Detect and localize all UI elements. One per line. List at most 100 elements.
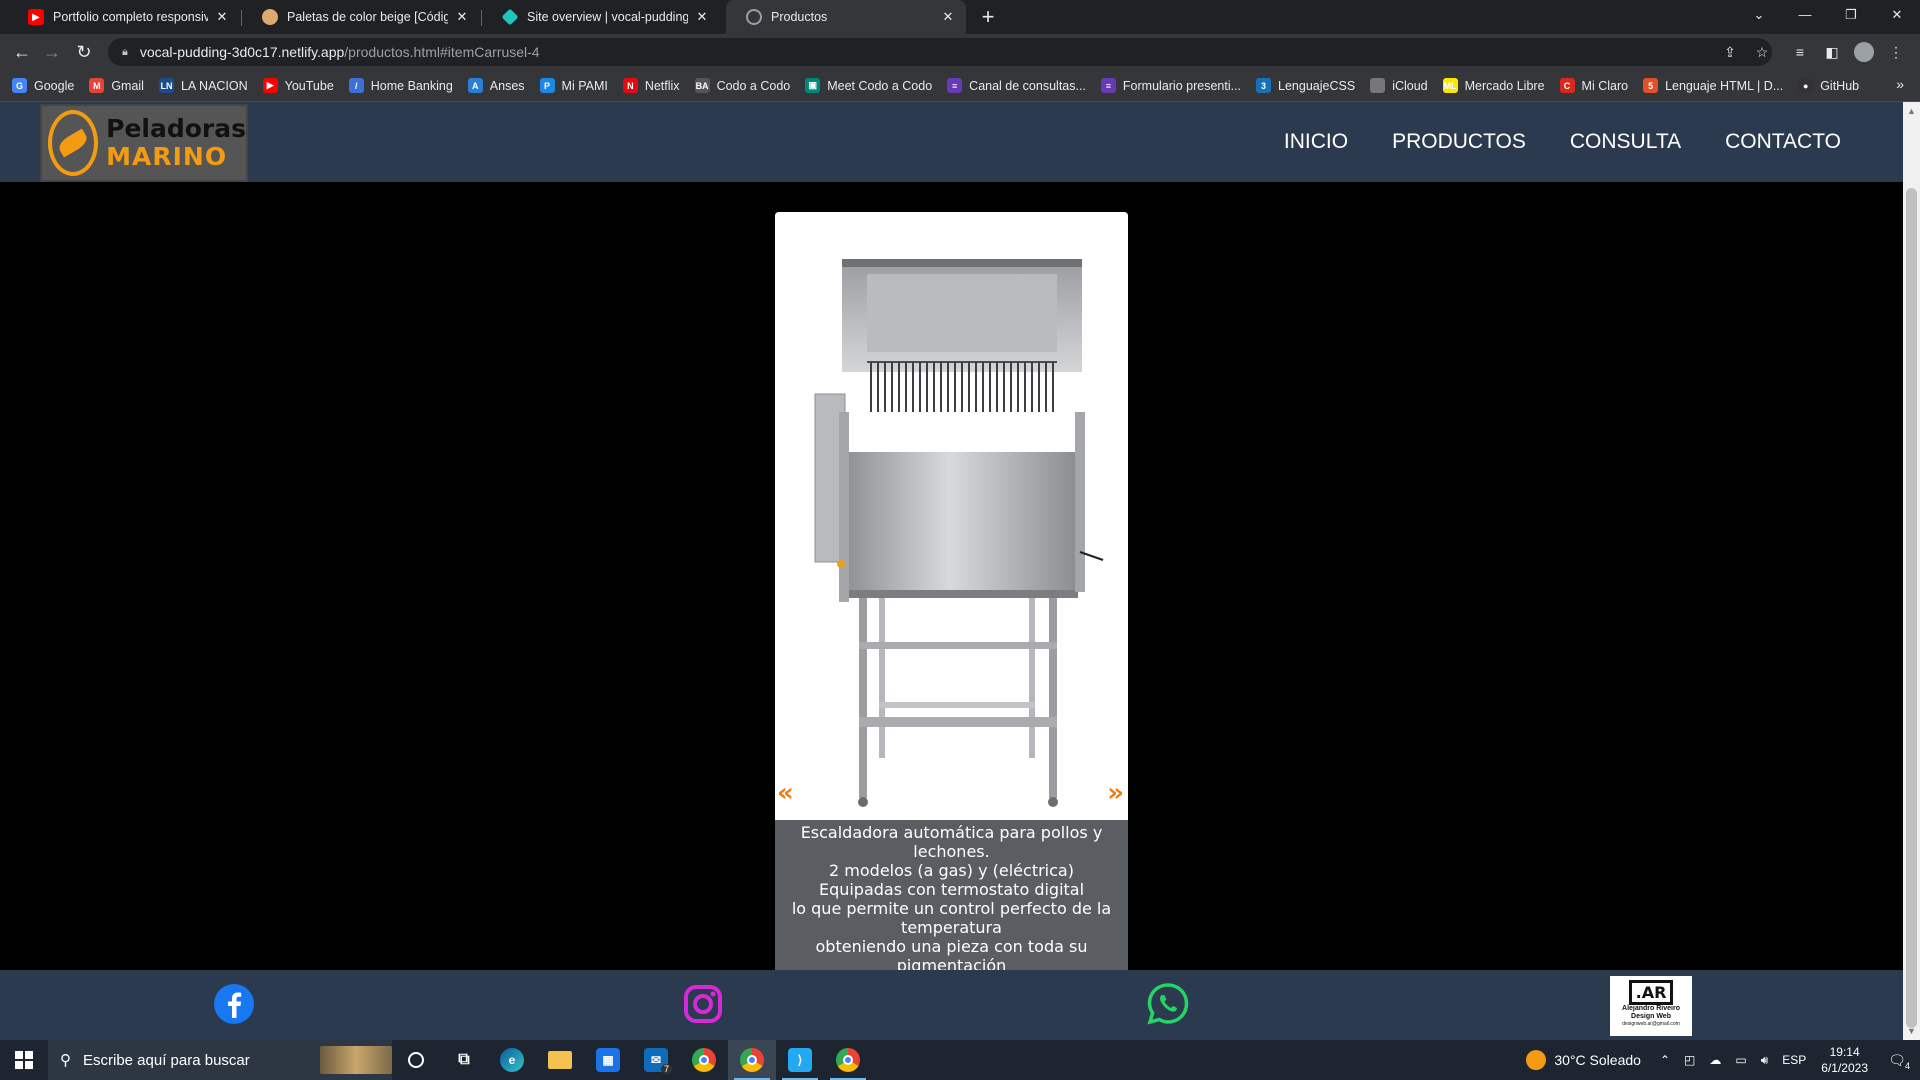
bookmark-label: iCloud xyxy=(1392,78,1428,93)
nav-link-productos[interactable]: PRODUCTOS xyxy=(1392,130,1526,154)
mail-icon[interactable]: ✉ 7 xyxy=(632,1040,680,1080)
close-tab-icon[interactable]: ✕ xyxy=(940,9,956,25)
share-icon[interactable]: ⇪ xyxy=(1720,42,1740,62)
bookmark-item[interactable]: LN LA NACION xyxy=(158,78,248,93)
restore-icon[interactable]: ❐ xyxy=(1828,0,1874,30)
language-indicator[interactable]: ESP xyxy=(1782,1053,1806,1067)
bookmark-star-icon[interactable]: ☆ xyxy=(1752,42,1772,62)
browser-tab-2[interactable]: Paletas de color beige [Códigos ✕ xyxy=(242,0,480,34)
whatsapp-icon[interactable] xyxy=(1146,982,1190,1026)
netflix-icon: N xyxy=(622,78,638,93)
bookmark-item[interactable]: ML Mercado Libre xyxy=(1442,78,1545,93)
back-icon[interactable]: ← xyxy=(10,40,34,64)
search-highlight-image xyxy=(320,1046,392,1074)
bookmark-item[interactable]: N Netflix xyxy=(622,78,680,93)
leaf-icon xyxy=(56,128,91,158)
bookmark-item[interactable]: A Anses xyxy=(467,78,525,93)
carousel-prev-button[interactable]: « xyxy=(777,778,794,808)
browser-tab-active[interactable]: Productos ✕ xyxy=(726,0,966,34)
palette-icon xyxy=(262,9,278,25)
chrome-profile-icon[interactable] xyxy=(728,1040,776,1080)
browser-toolbar: ← → ↻ 🔒︎ vocal-pudding-3d0c17.netlify.ap… xyxy=(0,34,1920,70)
bookmark-item[interactable]: ≡ Formulario presenti... xyxy=(1100,78,1241,93)
menu-icon[interactable]: ⋮ xyxy=(1886,42,1906,62)
store-icon[interactable]: ▦ xyxy=(584,1040,632,1080)
weather-sun-icon[interactable] xyxy=(1526,1050,1547,1070)
volume-icon[interactable]: 🔊︎ xyxy=(1761,1053,1769,1068)
bookmark-item[interactable]: ≡ Canal de consultas... xyxy=(947,78,1086,93)
weather-text[interactable]: 30°C Soleado xyxy=(1554,1052,1641,1068)
bookmark-item[interactable]: 5 Lenguaje HTML | D... xyxy=(1643,78,1783,93)
start-button[interactable] xyxy=(0,1040,48,1080)
carousel-next-button[interactable]: » xyxy=(1107,778,1124,808)
edge-icon[interactable]: e xyxy=(488,1040,536,1080)
bookmark-label: LA NACION xyxy=(180,78,248,93)
nav-link-consulta[interactable]: CONSULTA xyxy=(1570,130,1681,154)
close-tab-icon[interactable]: ✕ xyxy=(214,9,230,25)
scroll-up-icon[interactable]: ▲ xyxy=(1907,106,1916,116)
product-carousel: « » Escaldadora automática para pollos y… xyxy=(775,212,1128,972)
site-header: Peladoras MARINO INICIO PRODUCTOS CONSUL… xyxy=(0,102,1903,182)
bookmark-item[interactable]: M Gmail xyxy=(89,78,144,93)
logo-emblem-icon xyxy=(48,110,99,176)
bank-icon: / xyxy=(348,78,364,93)
chevron-up-icon[interactable]: ⌃ xyxy=(1660,1053,1670,1067)
bookmark-label: Mi PAMI xyxy=(561,78,608,93)
tab-search-icon[interactable]: ⌄ xyxy=(1736,0,1782,30)
site-logo[interactable]: Peladoras MARINO xyxy=(40,104,248,182)
browser-tab-3[interactable]: Site overview | vocal-pudding-3d ✕ xyxy=(482,0,720,34)
close-tab-icon[interactable]: ✕ xyxy=(454,9,470,25)
task-view-icon[interactable]: ⧉ xyxy=(440,1040,488,1080)
chrome-icon[interactable] xyxy=(680,1040,728,1080)
notification-count: 4 xyxy=(1904,1061,1910,1071)
notification-center-icon[interactable]: 🗨︎ 4 xyxy=(1882,1040,1912,1080)
onedrive-icon[interactable]: ☁ xyxy=(1709,1053,1721,1067)
bookmark-item[interactable]: P Mi PAMI xyxy=(539,78,608,93)
scrollbar-thumb[interactable] xyxy=(1906,188,1917,1028)
taskbar-search[interactable]: ⚲ Escribe aquí para buscar xyxy=(48,1040,392,1080)
reload-icon[interactable]: ↻ xyxy=(72,40,96,64)
close-tab-icon[interactable]: ✕ xyxy=(694,9,710,25)
browser-tab-1[interactable]: ▶ Portfolio completo responsive - F ✕ xyxy=(8,0,240,34)
bookmark-item[interactable]: ● GitHub xyxy=(1798,78,1859,93)
html-icon: 5 xyxy=(1643,78,1659,93)
nav-link-contacto[interactable]: CONTACTO xyxy=(1725,130,1841,154)
bookmark-label: YouTube xyxy=(284,78,334,93)
meet-now-icon[interactable]: ◰ xyxy=(1684,1053,1695,1067)
bookmark-label: Anses xyxy=(489,78,525,93)
bookmark-item[interactable]: ▶ YouTube xyxy=(262,78,334,93)
instagram-icon[interactable] xyxy=(681,982,725,1026)
bookmark-item[interactable]: ▣ Meet Codo a Codo xyxy=(805,78,932,93)
side-panel-icon[interactable]: ◧ xyxy=(1822,42,1842,62)
page-scrollbar[interactable]: ▲ ▼ xyxy=(1903,102,1920,1040)
designer-badge[interactable]: .AR Alejandro Riveiro Design Web designw… xyxy=(1610,976,1692,1036)
network-icon[interactable]: ▭ xyxy=(1735,1053,1746,1067)
cortana-icon[interactable] xyxy=(392,1040,440,1080)
carousel-caption: Escaldadora automática para pollos y lec… xyxy=(775,820,1128,972)
bookmark-item[interactable]: C Mi Claro xyxy=(1559,78,1629,93)
reading-list-icon[interactable]: ≡ xyxy=(1790,42,1810,62)
minimize-icon[interactable]: — xyxy=(1782,0,1828,30)
vscode-icon[interactable]: ⟩ xyxy=(776,1040,824,1080)
clock[interactable]: 19:14 6/1/2023 xyxy=(1821,1044,1868,1076)
tab-title: Site overview | vocal-pudding-3d xyxy=(527,10,688,24)
forward-icon[interactable]: → xyxy=(40,40,64,64)
bookmark-item[interactable]: 3 LenguajeCSS xyxy=(1256,78,1355,93)
profile-avatar[interactable] xyxy=(1854,42,1874,62)
bookmark-item[interactable]: BA Codo a Codo xyxy=(694,78,790,93)
bookmark-item[interactable]: / Home Banking xyxy=(348,78,453,93)
bookmark-item[interactable]: G Google xyxy=(12,78,74,93)
youtube-icon: ▶ xyxy=(28,9,44,25)
more-bookmarks-button[interactable]: » xyxy=(1896,76,1904,92)
chrome-profile-2-icon[interactable] xyxy=(824,1040,872,1080)
address-bar[interactable]: 🔒︎ vocal-pudding-3d0c17.netlify.app/prod… xyxy=(108,38,1772,66)
new-tab-button[interactable]: + xyxy=(975,4,1001,30)
nav-link-inicio[interactable]: INICIO xyxy=(1284,130,1348,154)
bookmark-label: Mi Claro xyxy=(1581,78,1629,93)
scroll-down-icon[interactable]: ▼ xyxy=(1907,1026,1916,1036)
file-explorer-icon[interactable] xyxy=(536,1040,584,1080)
facebook-icon[interactable] xyxy=(212,982,256,1026)
bookmark-item[interactable]: iCloud xyxy=(1370,78,1428,93)
close-window-icon[interactable]: ✕ xyxy=(1874,0,1920,30)
logo-text: Peladoras MARINO xyxy=(106,115,246,171)
